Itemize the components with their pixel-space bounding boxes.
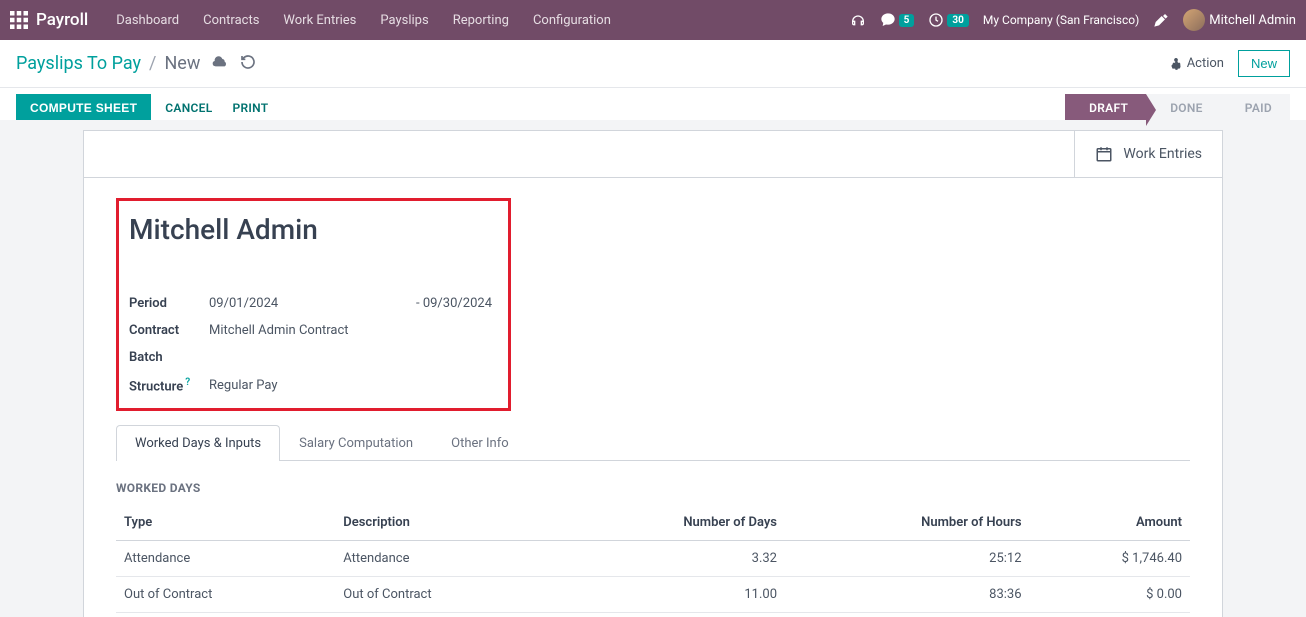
cell-days: 3.32	[555, 541, 785, 577]
action-label: Action	[1187, 56, 1224, 71]
breadcrumb-sep: /	[149, 53, 156, 74]
employee-name[interactable]: Mitchell Admin	[129, 213, 498, 246]
col-desc[interactable]: Description	[335, 505, 554, 541]
nav-reporting[interactable]: Reporting	[443, 7, 519, 34]
cell-desc: Out of Contract	[335, 577, 554, 613]
tabs: Worked Days & Inputs Salary Computation …	[116, 425, 1190, 461]
nav-dashboard[interactable]: Dashboard	[106, 7, 189, 34]
cell-type: Attendance	[116, 541, 335, 577]
status-steps: DRAFT DONE PAID	[1065, 94, 1290, 122]
activities-icon[interactable]: 30	[928, 12, 968, 28]
status-done[interactable]: DONE	[1146, 94, 1221, 122]
sheet-top: Work Entries	[84, 131, 1222, 178]
apps-icon[interactable]	[10, 11, 28, 29]
period-to[interactable]: - 09/30/2024	[416, 296, 498, 311]
highlighted-region: Mitchell Admin Period 09/01/2024 - 09/30…	[116, 198, 511, 411]
sheet-body: Mitchell Admin Period 09/01/2024 - 09/30…	[84, 178, 1222, 617]
user-menu[interactable]: Mitchell Admin	[1183, 9, 1296, 31]
breadcrumb: Payslips To Pay / New	[16, 53, 200, 74]
breadcrumb-parent[interactable]: Payslips To Pay	[16, 53, 141, 74]
cell-amount: $ 1,746.40	[1030, 541, 1190, 577]
topnav-right: 5 30 My Company (San Francisco) Mitchell…	[850, 9, 1296, 31]
batch-label: Batch	[129, 350, 209, 365]
tab-worked-days[interactable]: Worked Days & Inputs	[116, 425, 280, 461]
status-paid[interactable]: PAID	[1221, 94, 1290, 122]
worked-days-table: Type Description Number of Days Number o…	[116, 505, 1190, 613]
action-button[interactable]: Action	[1169, 56, 1224, 71]
discard-icon[interactable]	[240, 54, 256, 74]
top-nav: Payroll Dashboard Contracts Work Entries…	[0, 0, 1306, 40]
col-amount[interactable]: Amount	[1030, 505, 1190, 541]
status-draft[interactable]: DRAFT	[1065, 94, 1146, 122]
breadcrumb-current: New	[164, 53, 200, 74]
tab-other-info[interactable]: Other Info	[432, 425, 528, 461]
col-type[interactable]: Type	[116, 505, 335, 541]
user-name: Mitchell Admin	[1209, 13, 1296, 28]
nav-links: Dashboard Contracts Work Entries Payslip…	[106, 7, 621, 34]
messages-icon[interactable]: 5	[880, 12, 915, 28]
tab-salary-computation[interactable]: Salary Computation	[280, 425, 432, 461]
work-entries-label: Work Entries	[1123, 146, 1202, 162]
nav-payslips[interactable]: Payslips	[370, 7, 438, 34]
nav-work-entries[interactable]: Work Entries	[273, 7, 366, 34]
field-period: Period 09/01/2024 - 09/30/2024	[129, 296, 498, 311]
form-sheet: Work Entries Mitchell Admin Period 09/01…	[83, 130, 1223, 617]
activities-badge: 30	[947, 14, 968, 27]
nav-contracts[interactable]: Contracts	[193, 7, 269, 34]
worked-days-title: WORKED DAYS	[116, 481, 1190, 495]
print-button[interactable]: PRINT	[233, 101, 269, 115]
cell-type: Out of Contract	[116, 577, 335, 613]
breadcrumb-bar: Payslips To Pay / New Action New	[0, 40, 1306, 88]
cancel-button[interactable]: CANCEL	[165, 101, 212, 115]
cell-hours: 25:12	[785, 541, 1030, 577]
field-contract: Contract Mitchell Admin Contract	[129, 323, 498, 338]
contract-label: Contract	[129, 323, 209, 338]
compute-sheet-button[interactable]: COMPUTE SHEET	[16, 94, 151, 122]
cell-amount: $ 0.00	[1030, 577, 1190, 613]
col-hours[interactable]: Number of Hours	[785, 505, 1030, 541]
avatar	[1183, 9, 1205, 31]
structure-label: Structure?	[129, 377, 209, 394]
messages-badge: 5	[899, 14, 915, 27]
table-row[interactable]: Attendance Attendance 3.32 25:12 $ 1,746…	[116, 541, 1190, 577]
field-structure: Structure? Regular Pay	[129, 377, 498, 394]
tools-icon[interactable]	[1153, 12, 1169, 28]
help-icon[interactable]: ?	[185, 377, 190, 388]
cloud-icon[interactable]	[212, 54, 228, 74]
cell-hours: 83:36	[785, 577, 1030, 613]
structure-value[interactable]: Regular Pay	[209, 378, 278, 393]
contract-value[interactable]: Mitchell Admin Contract	[209, 323, 349, 338]
period-from[interactable]: 09/01/2024	[209, 296, 278, 311]
work-entries-button[interactable]: Work Entries	[1074, 131, 1222, 177]
nav-configuration[interactable]: Configuration	[523, 7, 621, 34]
support-icon[interactable]	[850, 12, 866, 28]
cell-desc: Attendance	[335, 541, 554, 577]
main-scroll[interactable]: Work Entries Mitchell Admin Period 09/01…	[0, 120, 1306, 617]
calendar-icon	[1095, 145, 1113, 163]
company-selector[interactable]: My Company (San Francisco)	[983, 13, 1139, 27]
col-days[interactable]: Number of Days	[555, 505, 785, 541]
period-label: Period	[129, 296, 209, 311]
table-row[interactable]: Out of Contract Out of Contract 11.00 83…	[116, 577, 1190, 613]
cell-days: 11.00	[555, 577, 785, 613]
new-button[interactable]: New	[1238, 50, 1290, 77]
field-batch: Batch	[129, 350, 498, 365]
app-title[interactable]: Payroll	[36, 10, 88, 30]
